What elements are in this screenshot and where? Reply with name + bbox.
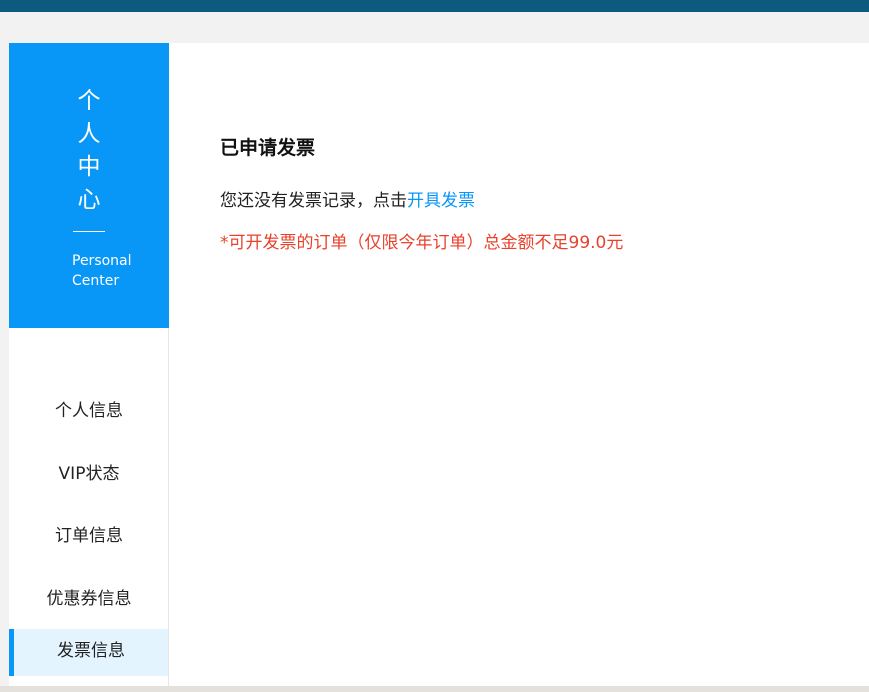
bottom-strip <box>0 686 869 692</box>
empty-state-text: 您还没有发票记录，点击 <box>220 191 407 211</box>
issue-invoice-link[interactable]: 开具发票 <box>407 191 475 211</box>
subtitle-line: Personal <box>72 253 132 269</box>
invoice-notice: *可开发票的订单（仅限今年订单）总金额不足99.0元 <box>220 233 624 253</box>
banner-divider <box>73 231 105 232</box>
subtitle-line: Center <box>72 273 120 289</box>
sidebar-menu: 个人信息 VIP状态 订单信息 优惠券信息 发票信息 <box>9 379 169 676</box>
sidebar-item-coupon-info[interactable]: 优惠券信息 <box>9 567 169 630</box>
title-char: 人 <box>77 121 101 147</box>
title-char: 个 <box>77 88 101 114</box>
personal-center-banner: 个 人 中 心 Personal Center <box>9 43 169 328</box>
sidebar-item-order-info[interactable]: 订单信息 <box>9 504 169 567</box>
main-content: 已申请发票 您还没有发票记录，点击开具发票 *可开发票的订单（仅限今年订单）总金… <box>169 43 869 686</box>
top-bar <box>0 0 869 12</box>
personal-center-subtitle: Personal Center <box>72 251 162 291</box>
sidebar-item-vip-status[interactable]: VIP状态 <box>9 442 169 505</box>
personal-center-title: 个 人 中 心 <box>76 85 102 217</box>
sidebar-item-invoice-info[interactable]: 发票信息 <box>9 629 168 676</box>
empty-state-message: 您还没有发票记录，点击开具发票 <box>220 186 475 211</box>
title-char: 心 <box>77 187 101 213</box>
page-title: 已申请发票 <box>220 137 316 159</box>
sidebar: 个 人 中 心 Personal Center 个人信息 VIP状态 订单信息 … <box>9 43 169 692</box>
title-char: 中 <box>77 154 101 180</box>
sidebar-item-personal-info[interactable]: 个人信息 <box>9 379 169 442</box>
